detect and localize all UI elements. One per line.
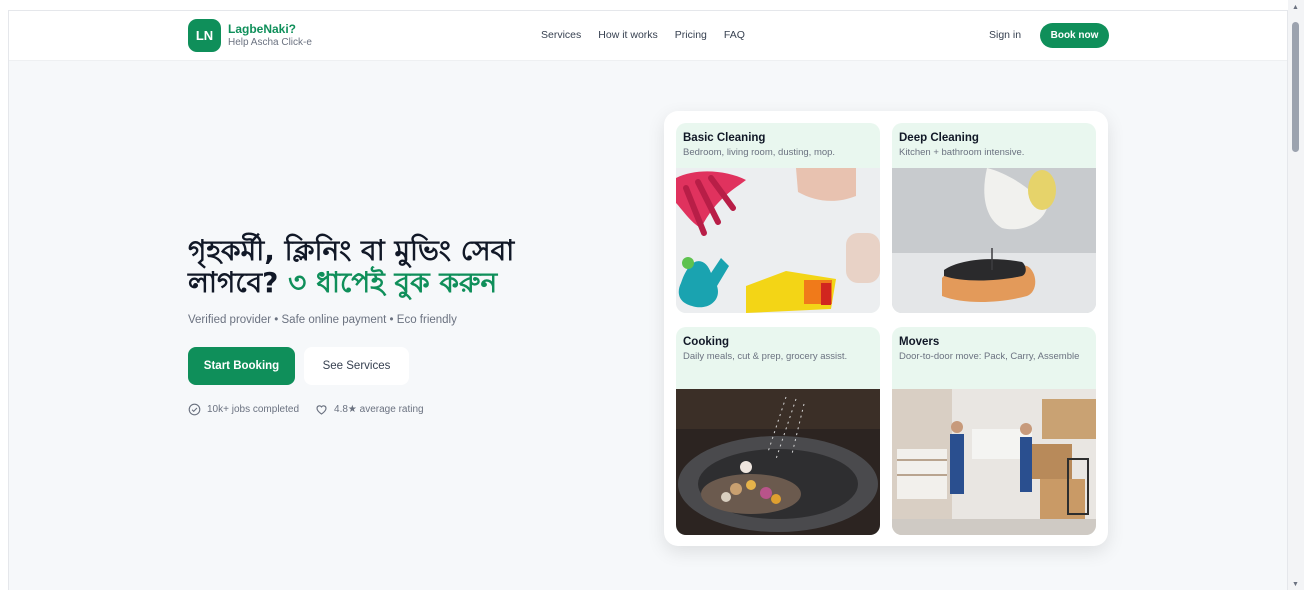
service-tile-basic-cleaning[interactable]: Basic Cleaning Bedroom, living room, dus… [676, 123, 880, 313]
tile-desc: Daily meals, cut & prep, grocery assist. [683, 351, 848, 362]
nav-pricing[interactable]: Pricing [675, 29, 707, 41]
stat-rating-text: 4.8★ average rating [334, 404, 424, 415]
tile-desc: Door-to-door move: Pack, Carry, Assemble [899, 351, 1080, 362]
tile-header: Movers Door-to-door move: Pack, Carry, A… [892, 327, 1096, 389]
deep-cleaning-image [892, 168, 1096, 313]
hero-title-accent: ৩ ধাপেই বুক করুন [288, 266, 498, 299]
basic-cleaning-image [676, 168, 880, 313]
tile-title: Deep Cleaning [899, 132, 979, 144]
see-services-button[interactable]: See Services [304, 347, 409, 385]
nav-how-it-works[interactable]: How it works [598, 29, 658, 41]
logo-badge: LN [188, 19, 221, 52]
tile-header: Cooking Daily meals, cut & prep, grocery… [676, 327, 880, 389]
sign-in-link[interactable]: Sign in [989, 29, 1021, 41]
check-circle-icon [188, 403, 201, 416]
hero-stats: 10k+ jobs completed 4.8★ average rating [188, 403, 424, 416]
stat-jobs: 10k+ jobs completed [188, 403, 299, 416]
site-header: LN LagbeNaki? Help Ascha Click-e Service… [9, 11, 1287, 61]
tile-header: Basic Cleaning Bedroom, living room, dus… [676, 123, 880, 170]
page-scrollbar[interactable]: ▲ ▼ [1288, 0, 1304, 590]
book-now-button[interactable]: Book now [1040, 23, 1109, 48]
scroll-down-arrow-icon[interactable]: ▼ [1292, 581, 1299, 588]
hero-title-line1: গৃহকর্মী, ক্লিনিং বা মুভিং সেবা [188, 234, 515, 267]
tile-header: Deep Cleaning Kitchen + bathroom intensi… [892, 123, 1096, 170]
service-tile-deep-cleaning[interactable]: Deep Cleaning Kitchen + bathroom intensi… [892, 123, 1096, 313]
tile-title: Basic Cleaning [683, 132, 766, 144]
scroll-up-arrow-icon[interactable]: ▲ [1292, 4, 1299, 11]
tile-title: Cooking [683, 336, 729, 348]
tile-title: Movers [899, 336, 940, 348]
cooking-image [676, 389, 880, 535]
nav-faq[interactable]: FAQ [724, 29, 745, 41]
tile-desc: Bedroom, living room, dusting, mop. [683, 147, 836, 158]
brand-name: LagbeNaki? [228, 21, 297, 36]
brand-text: LagbeNaki? Help Ascha Click-e [228, 22, 312, 50]
hero-subtitle: Verified provider • Safe online payment … [188, 314, 457, 326]
scroll-thumb[interactable] [1292, 22, 1299, 152]
stat-jobs-text: 10k+ jobs completed [207, 404, 300, 415]
stat-rating: 4.8★ average rating [315, 403, 424, 416]
service-tile-movers[interactable]: Movers Door-to-door move: Pack, Carry, A… [892, 327, 1096, 535]
brand[interactable]: LN LagbeNaki? Help Ascha Click-e [188, 19, 312, 52]
browser-viewport: LN LagbeNaki? Help Ascha Click-e Service… [8, 10, 1288, 590]
main-nav: Services How it works Pricing FAQ [541, 29, 745, 41]
service-tile-cooking[interactable]: Cooking Daily meals, cut & prep, grocery… [676, 327, 880, 535]
hero-title: গৃহকর্মী, ক্লিনিং বা মুভিং সেবা লাগবে? ৩… [188, 235, 608, 299]
tile-desc: Kitchen + bathroom intensive. [899, 147, 1025, 158]
start-booking-button[interactable]: Start Booking [188, 347, 295, 385]
brand-tagline: Help Ascha Click-e [228, 36, 312, 48]
services-grid: Basic Cleaning Bedroom, living room, dus… [664, 111, 1108, 546]
hero-title-line2: লাগবে? [188, 266, 289, 299]
movers-image [892, 389, 1096, 535]
heart-icon [316, 405, 327, 415]
nav-services[interactable]: Services [541, 29, 581, 41]
